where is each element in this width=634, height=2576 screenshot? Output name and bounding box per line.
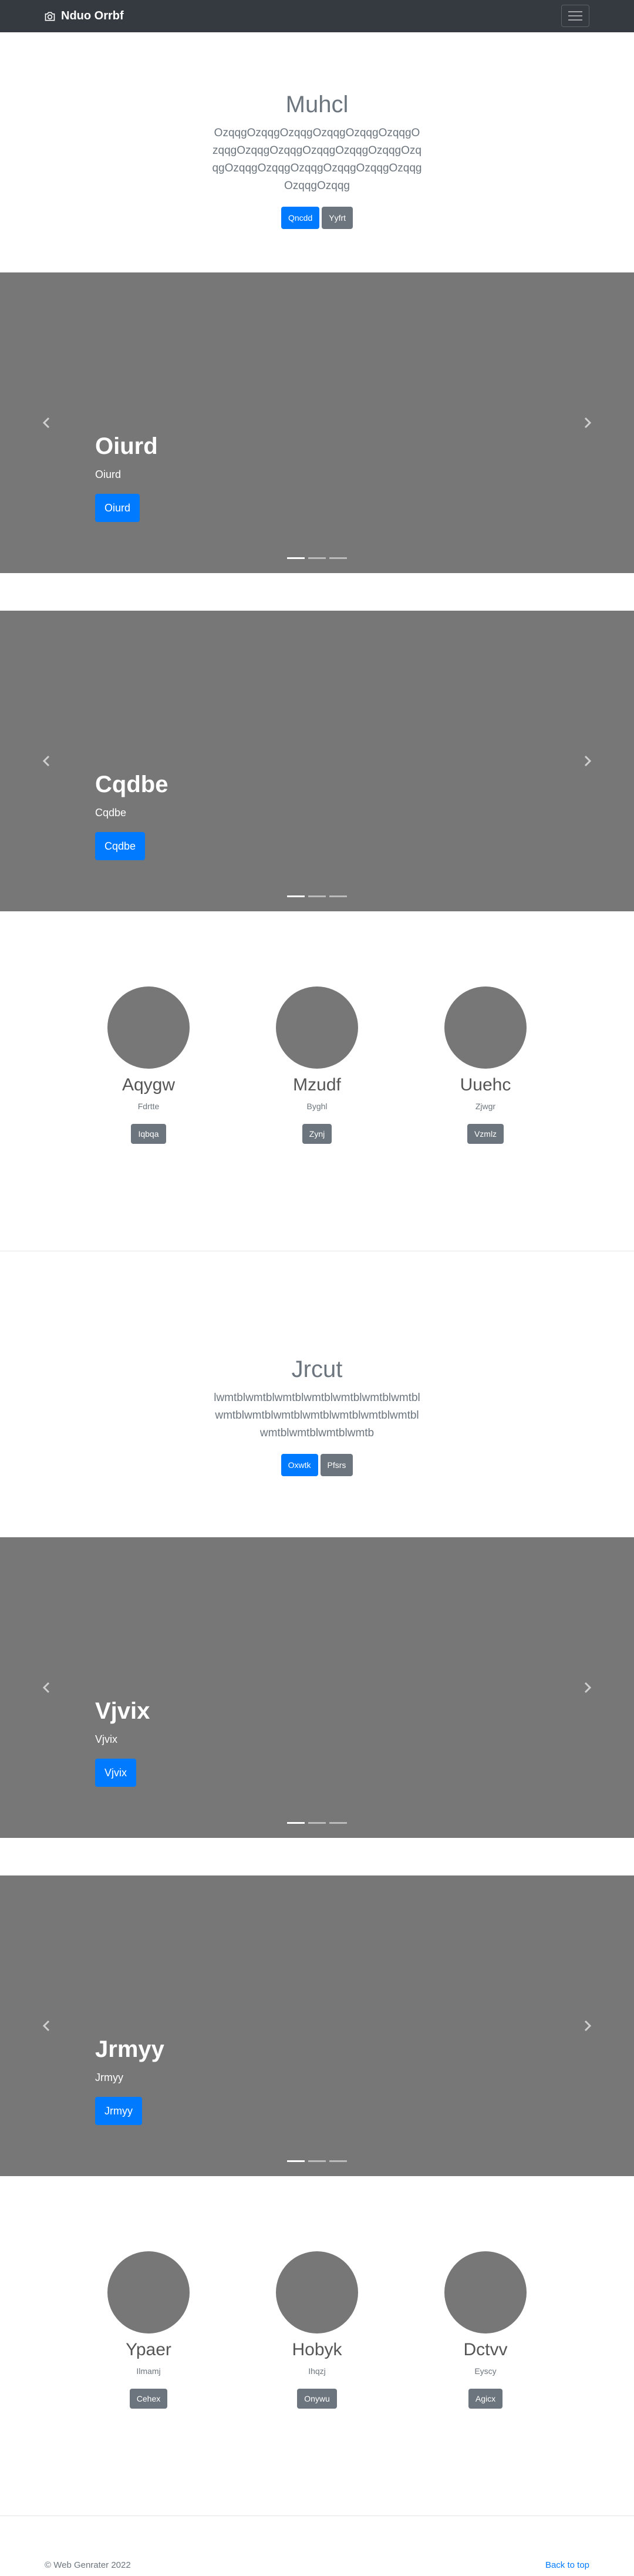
- carousel-caption-button[interactable]: Cqdbe: [95, 832, 146, 860]
- carousel-prev-icon[interactable]: [41, 755, 53, 767]
- carousel: Vjvix Vjvix Vjvix: [0, 1537, 634, 1838]
- carousel-indicator[interactable]: [287, 895, 305, 897]
- carousel-caption: Jrmyy Jrmyy Jrmyy: [95, 2035, 164, 2125]
- jumbotron-lead: lwmtblwmtblwmtblwmtblwmtblwmtblwmtblwmtb…: [214, 1392, 420, 1439]
- brand-link[interactable]: Nduo Orrbf: [44, 9, 124, 23]
- avatar: [107, 2251, 190, 2333]
- member-role: Ilmamj: [136, 2366, 161, 2376]
- member-name: Uuehc: [460, 1075, 511, 1095]
- member-button[interactable]: Agicx: [468, 2389, 503, 2409]
- avatar: [107, 986, 190, 1069]
- avatar: [276, 986, 358, 1069]
- carousel-next-icon[interactable]: [581, 417, 593, 429]
- jumbotron: Muhcl OzqqgOzqqgOzqqgOzqqgOzqqgOzqqgOzqq…: [0, 90, 634, 229]
- jumbotron-lead: OzqqgOzqqgOzqqgOzqqgOzqqgOzqqgOzqqgOzqqg…: [212, 127, 422, 192]
- carousel-indicator[interactable]: [329, 895, 347, 897]
- carousel-caption-text: Jrmyy: [95, 2072, 123, 2083]
- carousel-indicator[interactable]: [308, 1822, 326, 1824]
- carousel-indicator[interactable]: [329, 2160, 347, 2162]
- carousel-indicators: [0, 1822, 634, 1824]
- carousel-prev-icon[interactable]: [41, 417, 53, 429]
- carousel-caption-title: Vjvix: [95, 1698, 150, 1724]
- team-member: Ypaer Ilmamj Cehex: [90, 2251, 207, 2409]
- carousel-indicator[interactable]: [308, 895, 326, 897]
- carousel-caption-text: Vjvix: [95, 1733, 118, 1745]
- member-name: Hobyk: [292, 2340, 342, 2359]
- carousel-caption-text: Oiurd: [95, 469, 122, 480]
- avatar: [444, 986, 527, 1069]
- member-name: Ypaer: [126, 2340, 171, 2359]
- navbar-toggler-button[interactable]: [561, 5, 589, 27]
- member-button[interactable]: Vzmlz: [467, 1124, 504, 1144]
- carousel-indicator[interactable]: [329, 557, 347, 559]
- carousel-caption: Cqdbe Cqdbe Cqdbe: [95, 770, 168, 860]
- member-role: Zjwgr: [475, 1102, 496, 1111]
- secondary-button[interactable]: Pfsrs: [320, 1454, 353, 1476]
- member-name: Dctvv: [463, 2340, 508, 2359]
- jumbotron-title: Muhcl: [285, 92, 349, 117]
- carousel-prev-icon[interactable]: [41, 1682, 53, 1693]
- team-member: Mzudf Byghl Zynj: [258, 986, 376, 1144]
- member-role: Fdrtte: [137, 1102, 160, 1111]
- team-member: Dctvv Eyscy Agicx: [427, 2251, 544, 2409]
- carousel: Cqdbe Cqdbe Cqdbe: [0, 611, 634, 911]
- carousel-indicators: [0, 895, 634, 897]
- carousel-next-icon[interactable]: [581, 2020, 593, 2032]
- carousel-indicators: [0, 2160, 634, 2162]
- member-button[interactable]: Iqbqa: [131, 1124, 166, 1144]
- member-button[interactable]: Onywu: [297, 2389, 337, 2409]
- jumbotron: Jrcut lwmtblwmtblwmtblwmtblwmtblwmtblwmt…: [0, 1355, 634, 1476]
- carousel-caption-title: Oiurd: [95, 433, 158, 459]
- navbar: Nduo Orrbf: [0, 0, 634, 32]
- carousel-caption-title: Jrmyy: [95, 2036, 164, 2062]
- primary-button[interactable]: Oxwtk: [281, 1454, 318, 1476]
- member-role: Byghl: [306, 1102, 328, 1111]
- carousel-indicator[interactable]: [308, 2160, 326, 2162]
- carousel-caption-button[interactable]: Jrmyy: [95, 2097, 142, 2125]
- brand-name: Nduo Orrbf: [61, 9, 124, 22]
- member-role: Eyscy: [474, 2366, 497, 2376]
- member-name: Mzudf: [293, 1075, 341, 1095]
- carousel-caption-button[interactable]: Vjvix: [95, 1759, 137, 1787]
- carousel-caption-text: Cqdbe: [95, 807, 127, 819]
- member-button[interactable]: Cehex: [129, 2389, 168, 2409]
- avatar: [276, 2251, 358, 2333]
- carousel-indicators: [0, 557, 634, 559]
- avatar: [444, 2251, 527, 2333]
- carousel-caption-button[interactable]: Oiurd: [95, 494, 140, 522]
- carousel-prev-icon[interactable]: [41, 2020, 53, 2032]
- member-name: Aqygw: [122, 1075, 176, 1095]
- carousel-indicator[interactable]: [329, 1822, 347, 1824]
- hamburger-icon: [568, 11, 582, 21]
- carousel-caption: Oiurd Oiurd Oiurd: [95, 432, 158, 522]
- carousel-caption-title: Cqdbe: [95, 772, 168, 797]
- camera-icon: [45, 12, 55, 21]
- carousel: Jrmyy Jrmyy Jrmyy: [0, 1875, 634, 2176]
- carousel-next-icon[interactable]: [581, 1682, 593, 1693]
- carousel-next-icon[interactable]: [581, 755, 593, 767]
- carousel-indicator[interactable]: [287, 1822, 305, 1824]
- jumbotron-title: Jrcut: [291, 1356, 343, 1382]
- footer: © Web Genrater 2022 Back to top: [0, 2560, 634, 2572]
- carousel-indicator[interactable]: [287, 557, 305, 559]
- member-button[interactable]: Zynj: [302, 1124, 332, 1144]
- team-member: Hobyk Ihqzj Onywu: [258, 2251, 376, 2409]
- primary-button[interactable]: Qncdd: [281, 207, 320, 229]
- team-member: Aqygw Fdrtte Iqbqa: [90, 986, 207, 1144]
- carousel-indicator[interactable]: [287, 2160, 305, 2162]
- team-member: Uuehc Zjwgr Vzmlz: [427, 986, 544, 1144]
- member-role: Ihqzj: [308, 2366, 326, 2376]
- secondary-button[interactable]: Yyfrt: [322, 207, 353, 229]
- back-to-top-link[interactable]: Back to top: [545, 2560, 589, 2570]
- carousel: Oiurd Oiurd Oiurd: [0, 272, 634, 573]
- carousel-indicator[interactable]: [308, 557, 326, 559]
- carousel-caption: Vjvix Vjvix Vjvix: [95, 1697, 150, 1787]
- copyright-text: © Web Genrater 2022: [45, 2560, 131, 2570]
